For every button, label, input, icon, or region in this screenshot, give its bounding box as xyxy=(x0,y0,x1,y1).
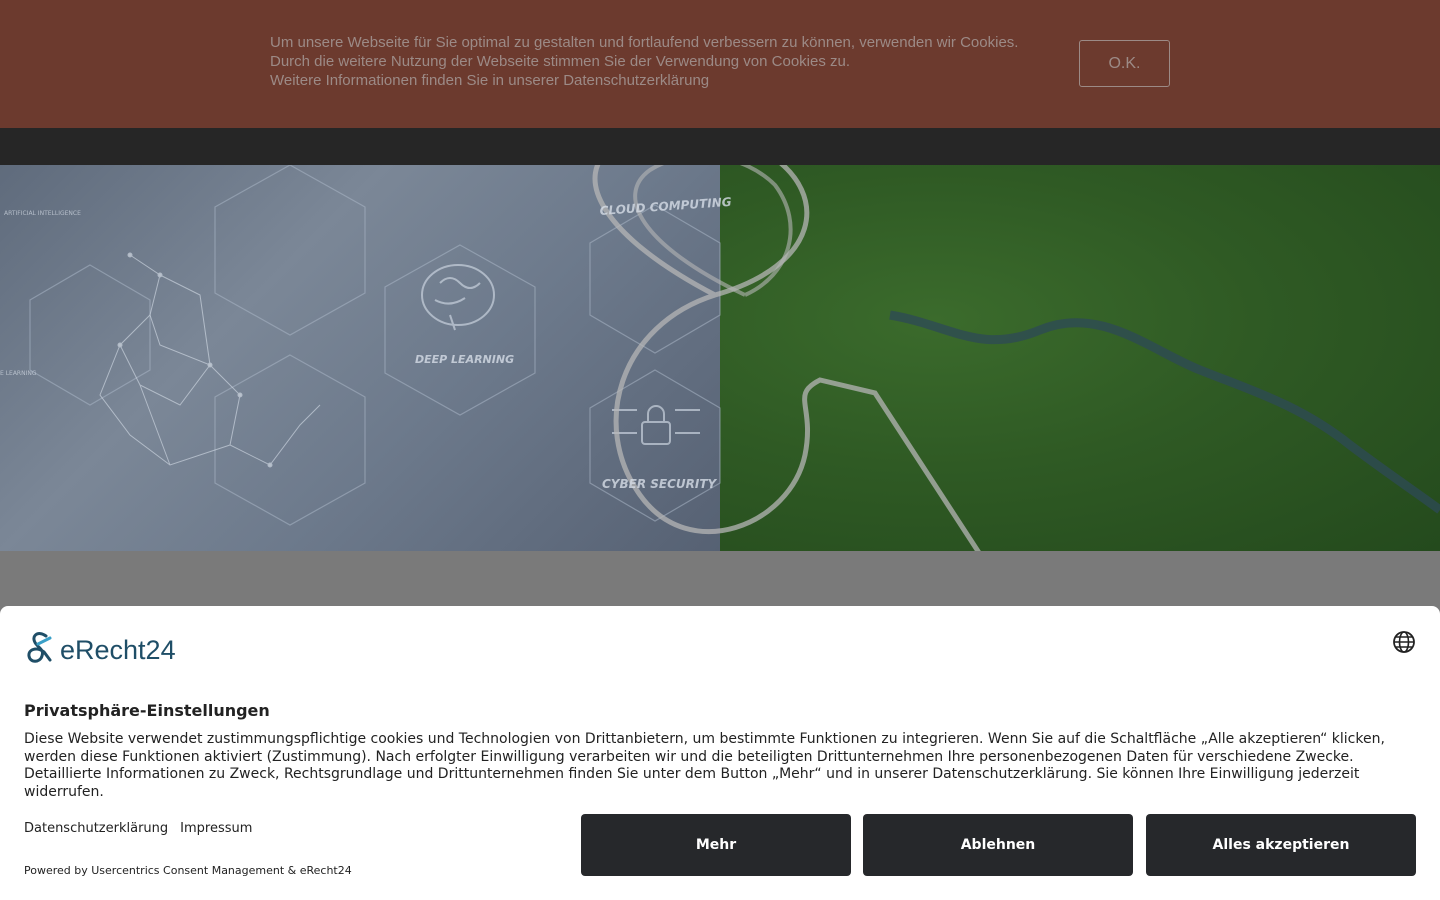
ampersand-outline xyxy=(592,165,981,551)
consent-title: Privatsphäre-Einstellungen xyxy=(24,701,270,720)
accept-all-button[interactable]: Alles akzeptieren xyxy=(1146,814,1416,876)
globe-icon[interactable] xyxy=(1392,630,1416,654)
cookie-notice-bar: Um unsere Webseite für Sie optimal zu ge… xyxy=(0,0,1440,128)
erecht24-logo-icon xyxy=(27,632,52,663)
label-cloud-computing: CLOUD COMPUTING xyxy=(599,195,732,218)
network-hand-icon xyxy=(99,252,321,468)
powered-by-text: Powered by Usercentrics Consent Manageme… xyxy=(24,864,352,877)
consent-links: Datenschutzerklärung Impressum xyxy=(24,821,252,836)
hex-deep-learning xyxy=(384,244,536,416)
brain-icon xyxy=(421,264,495,331)
brand-logo: eRecht24 xyxy=(24,628,176,672)
page-content-dimmed xyxy=(0,551,1440,606)
cookie-notice-line-1: Um unsere Webseite für Sie optimal zu ge… xyxy=(270,34,1019,51)
cookie-notice-line-2: Durch die weitere Nutzung der Webseite s… xyxy=(270,53,851,70)
privacy-policy-link[interactable]: Datenschutzerklärung xyxy=(24,821,168,836)
consent-description: Diese Website verwendet zustimmungspflic… xyxy=(24,731,1385,800)
label-deep-learning: DEEP LEARNING xyxy=(415,353,514,366)
navigation-bar xyxy=(0,128,1440,165)
river xyxy=(889,310,1440,514)
label-ai: ARTIFICIAL INTELLIGENCE xyxy=(4,210,81,217)
deny-button[interactable]: Ablehnen xyxy=(863,814,1133,876)
label-cyber-security: CYBER SECURITY xyxy=(602,477,718,491)
hero-graphics: CLOUD COMPUTING DEEP LEARNING CYBER SECU… xyxy=(0,165,1440,551)
lock-icon xyxy=(612,405,700,445)
hero-image: CLOUD COMPUTING DEEP LEARNING CYBER SECU… xyxy=(0,165,1440,551)
more-button[interactable]: Mehr xyxy=(581,814,851,876)
cookie-notice-text: Um unsere Webseite für Sie optimal zu ge… xyxy=(270,33,1060,90)
hex-cyber xyxy=(589,369,721,522)
cookie-notice-line-3[interactable]: Weitere Informationen finden Sie in unse… xyxy=(270,71,1060,90)
brand-name: eRecht24 xyxy=(60,634,176,665)
cookie-ok-button[interactable]: O.K. xyxy=(1079,40,1170,87)
imprint-link[interactable]: Impressum xyxy=(180,821,252,836)
consent-dialog: eRecht24 Privatsphäre-Einstellungen Dies… xyxy=(0,606,1440,900)
label-e-learning: E LEARNING xyxy=(0,370,37,377)
